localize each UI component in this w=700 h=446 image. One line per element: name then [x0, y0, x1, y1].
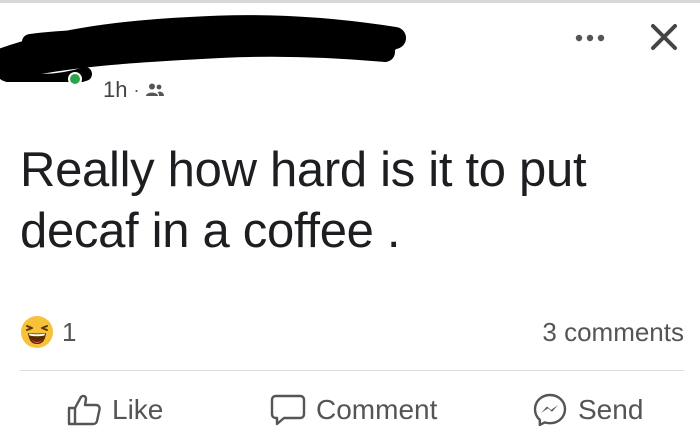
more-options-button[interactable] [568, 20, 612, 56]
close-icon [651, 24, 677, 50]
post-text: Really how hard is it to put decaf in a … [20, 143, 587, 258]
comment-icon [270, 394, 306, 426]
comment-button[interactable]: Comment [270, 378, 437, 442]
comment-label: Comment [316, 394, 438, 425]
reaction-count: 1 [62, 316, 77, 347]
send-label: Send [578, 394, 644, 425]
meta-separator: · [133, 79, 140, 100]
more-options-icon [575, 34, 605, 42]
post-time[interactable]: 1h [103, 77, 127, 103]
like-label: Like [112, 394, 164, 425]
reactions-summary[interactable]: 1 [20, 313, 76, 351]
close-button[interactable] [642, 15, 686, 59]
post-header: 1h · [0, 0, 700, 110]
post-meta: 1h · [103, 76, 165, 104]
online-status-dot [68, 72, 82, 86]
messenger-icon [533, 393, 567, 427]
action-bar: Like Comment Send [0, 378, 700, 442]
friends-icon[interactable] [145, 82, 165, 98]
send-button[interactable]: Send [532, 378, 643, 442]
like-icon [67, 394, 101, 426]
like-button[interactable]: Like [66, 378, 163, 442]
divider [20, 370, 684, 371]
comments-count-link[interactable]: 3 comments [542, 313, 684, 351]
haha-emoji-icon [21, 316, 53, 348]
